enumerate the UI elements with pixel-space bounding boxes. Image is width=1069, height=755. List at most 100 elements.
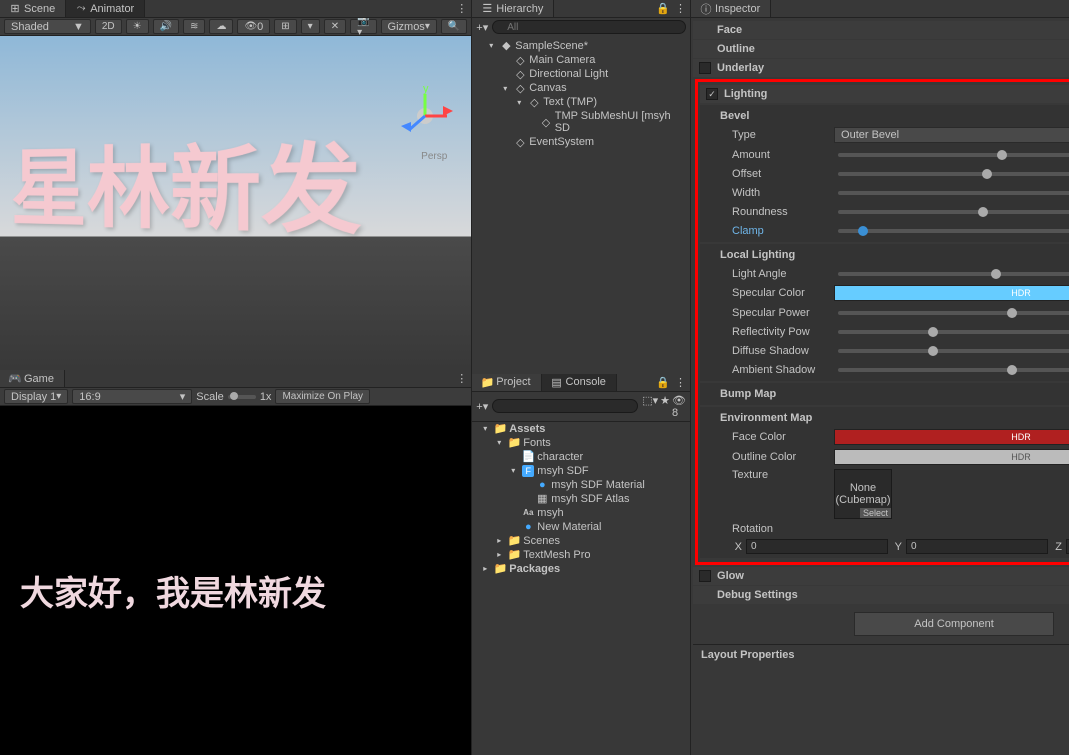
lock-toggle[interactable]: 🔒 — [656, 376, 670, 389]
panel-menu[interactable]: ⋮ — [456, 372, 467, 385]
section-debug[interactable]: Debug Settings - Click to expand - — [693, 586, 1069, 604]
skybox-toggle[interactable]: ☁ — [209, 19, 233, 34]
bevel-width-slider[interactable] — [838, 191, 1069, 195]
section-underlay[interactable]: Underlay - Click to expand - — [693, 59, 1069, 77]
ambient-shadow-slider[interactable] — [838, 368, 1069, 372]
section-face[interactable]: Face - Click to expand - — [693, 21, 1069, 39]
tree-item[interactable]: ●New Material — [472, 520, 690, 534]
env-rot-x-input[interactable] — [746, 539, 888, 554]
expand-arrow[interactable]: ▾ — [497, 438, 505, 447]
tree-item[interactable]: Aamsyh — [472, 506, 690, 520]
tab-inspector[interactable]: ⓘInspector — [691, 0, 771, 17]
search-scene[interactable]: 🔍 — [441, 19, 467, 34]
add-dropdown[interactable]: +▾ — [476, 21, 488, 34]
tab-project[interactable]: 📁Project — [472, 374, 541, 391]
env-texture-select[interactable]: Select — [860, 508, 891, 518]
tab-scene[interactable]: ⊞Scene — [0, 0, 66, 17]
add-dropdown[interactable]: +▾ — [476, 400, 488, 413]
bevel-roundness-slider[interactable] — [838, 210, 1069, 214]
glow-checkbox[interactable] — [699, 570, 711, 582]
star-filter[interactable]: ★ — [660, 394, 670, 419]
game-viewport[interactable]: 大家好，我是林新发 — [0, 406, 471, 755]
display-dropdown[interactable]: Display 1 ▾ — [4, 389, 68, 404]
lock-toggle[interactable]: 🔒 — [656, 2, 670, 15]
tree-item[interactable]: ▾Fmsyh SDF — [472, 464, 690, 478]
add-component-button[interactable]: Add Component — [854, 612, 1054, 636]
tool-toggle[interactable]: ✕ — [324, 19, 346, 34]
lighting-checkbox[interactable]: ✓ — [706, 88, 718, 100]
underlay-checkbox[interactable] — [699, 62, 711, 74]
light-angle-slider[interactable] — [838, 272, 1069, 276]
expand-arrow[interactable]: ▸ — [497, 550, 505, 559]
audio-toggle[interactable]: 🔊 — [153, 19, 179, 34]
tab-game[interactable]: 🎮Game — [0, 370, 65, 387]
layout-properties-header[interactable]: Layout Properties — [693, 644, 1069, 665]
expand-arrow[interactable]: ▾ — [503, 84, 511, 93]
tree-item[interactable]: ◇EventSystem — [474, 135, 688, 149]
bevel-clamp-slider[interactable] — [838, 229, 1069, 233]
panel-menu[interactable]: ⋮ — [456, 2, 467, 15]
tree-item[interactable]: ●msyh SDF Material — [472, 478, 690, 492]
mode-2d-toggle[interactable]: 2D — [95, 19, 122, 34]
bevel-offset-slider[interactable] — [838, 172, 1069, 176]
grid-toggle[interactable]: ⊞ — [274, 19, 296, 34]
filter-dropdown[interactable]: ⬚▾ — [642, 394, 658, 419]
section-lighting[interactable]: ✓ Lighting - Click to collapse - — [700, 85, 1069, 103]
camera-toggle[interactable]: 📷▾ — [350, 19, 376, 34]
env-face-color-swatch[interactable]: HDR — [834, 429, 1069, 445]
project-search[interactable] — [492, 399, 638, 413]
specular-color-swatch[interactable]: HDR — [834, 285, 1069, 301]
expand-arrow[interactable]: ▸ — [483, 564, 491, 573]
bevel-amount-slider[interactable] — [838, 153, 1069, 157]
tab-console[interactable]: ▤Console — [542, 374, 617, 391]
section-glow[interactable]: Glow - Click to expand - — [693, 567, 1069, 585]
light-toggle[interactable]: ☀ — [126, 19, 149, 34]
tree-item[interactable]: ▸📁TextMesh Pro — [472, 548, 690, 562]
fx-toggle[interactable]: ≋ — [183, 19, 205, 34]
tree-item[interactable]: ◇TMP SubMeshUI [msyh SD — [474, 109, 688, 135]
env-texture-picker[interactable]: None (Cubemap) Select — [834, 469, 892, 519]
bevel-header[interactable]: Bevel - Click to collapse - — [700, 107, 1069, 125]
maximize-toggle[interactable]: Maximize On Play — [275, 389, 370, 404]
reflectivity-slider[interactable] — [838, 330, 1069, 334]
tree-item[interactable]: ▾📁Assets — [472, 422, 690, 436]
local-lighting-header[interactable]: Local Lighting - Click to collapse - — [700, 246, 1069, 264]
tree-item[interactable]: ▾◆SampleScene*⋮ — [474, 38, 688, 53]
env-rot-y-input[interactable] — [906, 539, 1048, 554]
scale-slider[interactable] — [228, 395, 256, 399]
persp-label[interactable]: Persp — [421, 151, 447, 162]
expand-arrow[interactable]: ▾ — [489, 41, 497, 50]
shading-dropdown[interactable]: Shaded ▼ — [4, 19, 91, 34]
tab-hierarchy[interactable]: ☰Hierarchy — [472, 0, 554, 17]
expand-arrow[interactable]: ▾ — [517, 98, 525, 107]
tree-item[interactable]: ▦msyh SDF Atlas — [472, 492, 690, 506]
section-outline[interactable]: Outline - Click to expand - — [693, 40, 1069, 58]
env-outline-color-swatch[interactable]: HDR — [834, 449, 1069, 465]
expand-arrow[interactable]: ▾ — [483, 424, 491, 433]
hidden-toggle[interactable]: 👁8 — [672, 394, 686, 419]
tree-item[interactable]: ▾◇Canvas — [474, 81, 688, 95]
tab-animator[interactable]: ⤳Animator — [66, 0, 145, 17]
diffuse-shadow-slider[interactable] — [838, 349, 1069, 353]
bump-map-header[interactable]: Bump Map - Click to expand - — [700, 385, 1069, 403]
tree-item[interactable]: ◇Main Camera — [474, 53, 688, 67]
expand-arrow[interactable]: ▸ — [497, 536, 505, 545]
tree-item[interactable]: 📄character — [472, 450, 690, 464]
panel-menu[interactable]: ⋮ — [675, 2, 686, 15]
tree-item[interactable]: ▾◇Text (TMP) — [474, 95, 688, 109]
hidden-toggle[interactable]: 👁0 — [237, 19, 270, 34]
expand-arrow[interactable]: ▾ — [511, 466, 519, 475]
bevel-type-dropdown[interactable]: Outer Bevel▼ — [834, 127, 1069, 143]
tree-item[interactable]: ◇Directional Light — [474, 67, 688, 81]
snap-toggle[interactable]: ▾ — [301, 19, 320, 34]
hierarchy-search[interactable] — [492, 20, 686, 34]
tree-item[interactable]: ▾📁Fonts — [472, 436, 690, 450]
tree-item[interactable]: ▸📁Packages — [472, 562, 690, 576]
panel-menu[interactable]: ⋮ — [675, 376, 686, 389]
item-menu[interactable]: ⋮ — [587, 36, 598, 38]
orientation-gizmo[interactable]: y — [395, 86, 455, 146]
scene-viewport[interactable]: 星林新发 y Persp — [0, 36, 471, 370]
tree-item[interactable]: ▸📁Scenes — [472, 534, 690, 548]
specular-power-slider[interactable] — [838, 311, 1069, 315]
env-map-header[interactable]: Environment Map - Click to collapse - — [700, 409, 1069, 427]
